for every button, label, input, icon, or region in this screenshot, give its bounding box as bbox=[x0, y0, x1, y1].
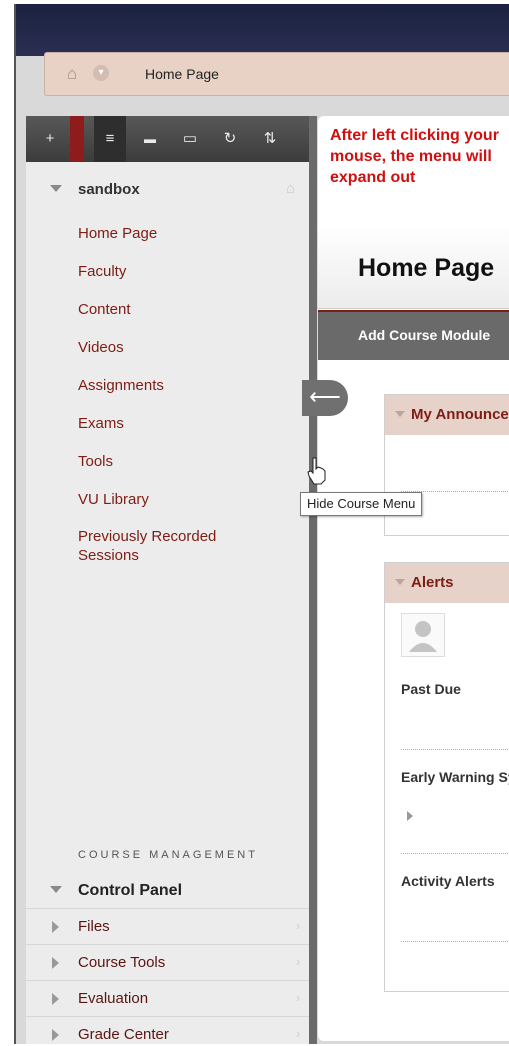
management-item-label[interactable]: Grade Center bbox=[78, 1026, 169, 1043]
course-name[interactable]: sandbox bbox=[78, 181, 140, 198]
expand-triangle-icon[interactable] bbox=[52, 993, 59, 1005]
expand-triangle-icon[interactable] bbox=[52, 957, 59, 969]
menu-item-content[interactable]: Content bbox=[78, 300, 258, 319]
hide-course-menu-button[interactable]: ⟵ bbox=[302, 380, 348, 416]
management-item-label[interactable]: Files bbox=[78, 918, 110, 935]
chevron-right-icon: › bbox=[296, 1026, 301, 1041]
collapse-triangle-icon[interactable] bbox=[50, 185, 62, 192]
management-item-files[interactable]: Files › bbox=[26, 908, 309, 945]
alerts-module: Alerts Past Due Early Warning System Act… bbox=[384, 562, 509, 992]
home-icon[interactable]: ⌂ bbox=[67, 65, 87, 83]
collapse-triangle-icon[interactable] bbox=[395, 579, 405, 585]
course-menu: + ≡ ▬ ▭ ↻ ⇅ sandbox ⌂ Home Page Faculty … bbox=[26, 116, 317, 1044]
add-course-module-button[interactable]: Add Course Module bbox=[358, 327, 490, 343]
course-menu-toolbar: + ≡ ▬ ▭ ↻ ⇅ bbox=[26, 116, 309, 162]
toolbar-accent bbox=[70, 116, 84, 162]
course-home-icon[interactable]: ⌂ bbox=[286, 180, 295, 197]
divider bbox=[401, 941, 509, 942]
activity-alerts-label: Activity Alerts bbox=[401, 873, 495, 889]
menu-item-home-page[interactable]: Home Page bbox=[78, 224, 258, 243]
menu-item-previously-recorded-sessions[interactable]: Previously Recorded Sessions bbox=[78, 527, 238, 565]
management-item-label[interactable]: Evaluation bbox=[78, 990, 148, 1007]
user-silhouette-icon bbox=[409, 621, 437, 652]
breadcrumb: ⌂ ▾ Home Page bbox=[44, 52, 509, 96]
chevron-right-icon: › bbox=[296, 954, 301, 969]
module-header: Alerts bbox=[385, 563, 509, 603]
hide-course-menu-tooltip: Hide Course Menu bbox=[300, 492, 423, 516]
management-item-evaluation[interactable]: Evaluation › bbox=[26, 980, 309, 1017]
expand-triangle-icon[interactable] bbox=[407, 811, 413, 821]
module-header: My Announcements bbox=[385, 395, 509, 435]
alerts-title[interactable]: Alerts bbox=[411, 574, 454, 591]
add-icon[interactable]: + bbox=[34, 116, 66, 162]
menu-item-videos[interactable]: Videos bbox=[78, 338, 258, 357]
management-item-label[interactable]: Course Tools bbox=[78, 954, 165, 971]
top-navigation-bar bbox=[16, 4, 509, 56]
announcements-title[interactable]: My Announcements bbox=[411, 406, 509, 423]
reorder-icon[interactable]: ⇅ bbox=[254, 116, 286, 162]
add-course-module-bar: Add Course Module bbox=[318, 310, 509, 360]
control-panel-label[interactable]: Control Panel bbox=[78, 882, 182, 900]
divider bbox=[401, 749, 509, 750]
control-panel-row[interactable]: Control Panel bbox=[26, 872, 309, 908]
expand-triangle-icon[interactable] bbox=[52, 1029, 59, 1041]
page-title: Home Page bbox=[358, 254, 495, 282]
menu-item-tools[interactable]: Tools bbox=[78, 452, 258, 471]
expand-triangle-icon[interactable] bbox=[52, 921, 59, 933]
breadcrumb-current[interactable]: Home Page bbox=[145, 66, 219, 82]
course-title-row[interactable]: sandbox ⌂ bbox=[26, 178, 309, 204]
refresh-icon[interactable]: ↻ bbox=[214, 116, 246, 162]
menu-item-assignments[interactable]: Assignments bbox=[78, 376, 258, 395]
past-due-label: Past Due bbox=[401, 681, 461, 697]
collapse-triangle-icon[interactable] bbox=[50, 886, 62, 893]
avatar bbox=[401, 613, 445, 657]
window-icon[interactable]: ▭ bbox=[174, 116, 206, 162]
list-view-icon[interactable]: ≡ bbox=[94, 116, 126, 162]
management-item-grade-center[interactable]: Grade Center › bbox=[26, 1016, 309, 1044]
menu-item-vu-library[interactable]: VU Library bbox=[78, 490, 258, 509]
instruction-annotation: After left clicking your mouse, the menu… bbox=[330, 125, 509, 188]
chevron-down-icon[interactable]: ▾ bbox=[93, 65, 109, 81]
page-title-band: Home Page bbox=[318, 224, 509, 309]
collapse-triangle-icon[interactable] bbox=[395, 411, 405, 417]
early-warning-label: Early Warning System bbox=[401, 769, 509, 785]
divider bbox=[401, 853, 509, 854]
management-item-course-tools[interactable]: Course Tools › bbox=[26, 944, 309, 981]
chevron-right-icon: › bbox=[296, 990, 301, 1005]
course-management-heading: COURSE MANAGEMENT bbox=[78, 849, 258, 861]
menu-item-faculty[interactable]: Faculty bbox=[78, 262, 258, 281]
hand-cursor-icon bbox=[307, 457, 326, 485]
browser-frame: ⌂ ▾ Home Page + ≡ ▬ ▭ ↻ ⇅ sandbox ⌂ Home… bbox=[14, 4, 509, 1044]
chevron-right-icon: › bbox=[296, 918, 301, 933]
folder-view-icon[interactable]: ▬ bbox=[134, 116, 166, 162]
menu-item-exams[interactable]: Exams bbox=[78, 414, 258, 433]
